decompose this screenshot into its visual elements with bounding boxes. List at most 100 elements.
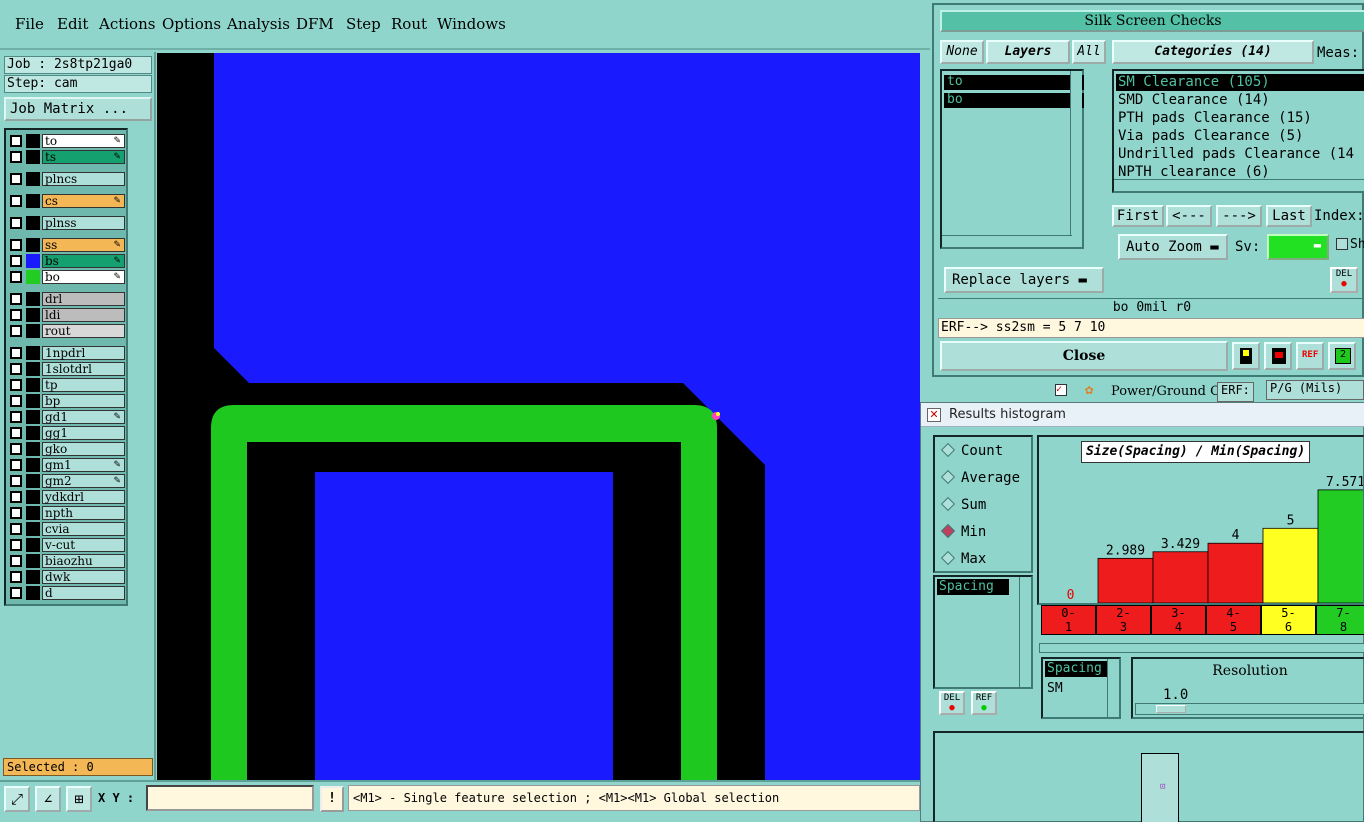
- board-view[interactable]: [157, 53, 920, 780]
- layer-row-ss[interactable]: ss ✎: [8, 238, 125, 252]
- layer-name[interactable]: biaozhu: [42, 554, 125, 568]
- layer-name[interactable]: gko: [42, 442, 125, 456]
- exit-icon[interactable]: [1264, 342, 1292, 370]
- close-button[interactable]: Close: [940, 341, 1228, 371]
- layer-color-swatch[interactable]: [26, 346, 40, 360]
- layer-name[interactable]: ydkdrl: [42, 490, 125, 504]
- grid-snap-icon[interactable]: ⊞: [66, 786, 92, 812]
- layer-name[interactable]: tp: [42, 378, 125, 392]
- layer-checkbox[interactable]: [10, 255, 22, 267]
- histogram-category-3[interactable]: 4- 5: [1206, 605, 1261, 635]
- layer-checkbox[interactable]: [10, 555, 22, 567]
- layer-row-plncs[interactable]: plncs: [8, 172, 125, 186]
- sv-color-dropdown[interactable]: ▬: [1267, 234, 1329, 260]
- category-via-clearance[interactable]: Via pads Clearance (5): [1116, 128, 1364, 145]
- layer-checkbox[interactable]: [10, 271, 22, 283]
- next-button[interactable]: --->: [1216, 205, 1262, 227]
- layer-color-swatch[interactable]: [26, 394, 40, 408]
- warning-button[interactable]: !: [320, 786, 344, 812]
- layer-checkbox[interactable]: [10, 507, 22, 519]
- check-layer-bo[interactable]: bo: [944, 93, 1084, 108]
- layer-name[interactable]: drl: [42, 292, 125, 306]
- radio-min[interactable]: Min: [940, 522, 986, 542]
- spacing-selected[interactable]: Spacing: [1045, 661, 1109, 677]
- layer-color-swatch[interactable]: [26, 458, 40, 472]
- replace-layers-dropdown[interactable]: Replace layers ▬: [944, 267, 1104, 293]
- none-button[interactable]: None: [940, 40, 984, 64]
- layer-row-ts[interactable]: ts ✎: [8, 150, 125, 164]
- zoom-fit-icon[interactable]: ⤢: [4, 786, 30, 812]
- layer-color-swatch[interactable]: [26, 134, 40, 148]
- radio-sum[interactable]: Sum: [940, 495, 986, 515]
- layer-color-swatch[interactable]: [26, 426, 40, 440]
- layer-row-npth[interactable]: npth: [8, 506, 125, 520]
- layer-row-v-cut[interactable]: v-cut: [8, 538, 125, 552]
- layer-name[interactable]: npth: [42, 506, 125, 520]
- layer-color-swatch[interactable]: [26, 216, 40, 230]
- layer-color-swatch[interactable]: [26, 324, 40, 338]
- first-button[interactable]: First: [1112, 205, 1164, 227]
- layer-color-swatch[interactable]: [26, 506, 40, 520]
- del-icon[interactable]: DEL ●: [939, 691, 965, 715]
- layer-checkbox[interactable]: [10, 135, 22, 147]
- layer-checkbox[interactable]: [10, 217, 22, 229]
- layer-row-ydkdrl[interactable]: ydkdrl: [8, 490, 125, 504]
- layer-name[interactable]: gd1 ✎: [42, 410, 125, 424]
- layer-color-swatch[interactable]: [26, 522, 40, 536]
- layer-checkbox[interactable]: [10, 379, 22, 391]
- layer-row-tp[interactable]: tp: [8, 378, 125, 392]
- layer-checkbox[interactable]: [10, 571, 22, 583]
- layer-row-gd1[interactable]: gd1 ✎: [8, 410, 125, 424]
- layer-row-cvia[interactable]: cvia: [8, 522, 125, 536]
- layer-checkbox[interactable]: [10, 325, 22, 337]
- resolution-slider-handle[interactable]: [1156, 705, 1186, 713]
- layer-color-swatch[interactable]: [26, 292, 40, 306]
- category-pth-clearance[interactable]: PTH pads Clearance (15): [1116, 110, 1364, 127]
- menu-edit[interactable]: Edit: [57, 15, 88, 33]
- histogram-bar-3[interactable]: [1207, 542, 1264, 603]
- histogram-category-2[interactable]: 3- 4: [1151, 605, 1206, 635]
- del-icon[interactable]: DEL ●: [1330, 267, 1358, 293]
- layer-row-gm1[interactable]: gm1 ✎: [8, 458, 125, 472]
- layer-color-swatch[interactable]: [26, 270, 40, 284]
- histogram-category-5[interactable]: 7- 8: [1316, 605, 1364, 635]
- layer-name[interactable]: plncs: [42, 172, 125, 186]
- layer-name[interactable]: rout: [42, 324, 125, 338]
- layer-row-drl[interactable]: drl: [8, 292, 125, 306]
- resolution-slider[interactable]: [1135, 703, 1364, 715]
- sh-checkbox[interactable]: [1336, 238, 1348, 250]
- layer-checkbox[interactable]: [10, 347, 22, 359]
- chart-scrollbar[interactable]: [1039, 643, 1364, 653]
- layer-color-swatch[interactable]: [26, 378, 40, 392]
- layer-row-bp[interactable]: bp: [8, 394, 125, 408]
- layer-name[interactable]: cvia: [42, 522, 125, 536]
- layer-color-swatch[interactable]: [26, 194, 40, 208]
- histogram-bar-1[interactable]: [1097, 557, 1154, 603]
- layer-checkbox[interactable]: [10, 395, 22, 407]
- layer-checkbox[interactable]: [10, 587, 22, 599]
- layers-button[interactable]: Layers: [986, 40, 1070, 64]
- layer-name[interactable]: d: [42, 586, 125, 600]
- layer-checkbox[interactable]: [10, 239, 22, 251]
- layer-color-swatch[interactable]: [26, 150, 40, 164]
- radio-max[interactable]: Max: [940, 549, 986, 569]
- layer-name[interactable]: cs ✎: [42, 194, 125, 208]
- layer-name[interactable]: 1slotdrl: [42, 362, 125, 376]
- all-button[interactable]: All: [1072, 40, 1106, 64]
- layer-checkbox[interactable]: [10, 443, 22, 455]
- layer-row-d[interactable]: d: [8, 586, 125, 600]
- menu-step[interactable]: Step: [346, 15, 381, 33]
- menu-options[interactable]: Options: [162, 15, 221, 33]
- highlight-icon[interactable]: [1232, 342, 1260, 370]
- layer-row-gm2[interactable]: gm2 ✎: [8, 474, 125, 488]
- layer-row-1slotdrl[interactable]: 1slotdrl: [8, 362, 125, 376]
- layer-row-biaozhu[interactable]: biaozhu: [8, 554, 125, 568]
- layer-row-to[interactable]: to ✎: [8, 134, 125, 148]
- measure-spacing[interactable]: Spacing: [937, 579, 1009, 595]
- layer-list-scrollbar[interactable]: [1070, 71, 1082, 247]
- layer-name[interactable]: plnss: [42, 216, 125, 230]
- layer-name[interactable]: 1npdrl: [42, 346, 125, 360]
- layer-checkbox[interactable]: [10, 411, 22, 423]
- layer-checkbox[interactable]: [10, 491, 22, 503]
- layer-checkbox[interactable]: [10, 539, 22, 551]
